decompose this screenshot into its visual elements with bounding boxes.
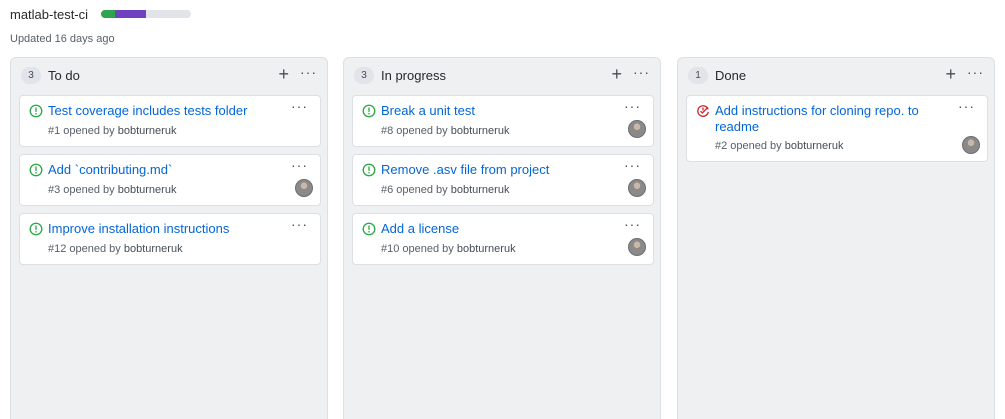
avatar[interactable] <box>628 179 646 197</box>
updated-timestamp: Updated 16 days ago <box>10 33 115 45</box>
issue-opened-icon <box>29 163 43 177</box>
card-menu-icon[interactable]: ··· <box>291 216 308 232</box>
issue-author-link[interactable]: bobturneruk <box>118 184 177 196</box>
plus-icon[interactable]: + <box>945 63 956 85</box>
issue-number-text: #12 opened by <box>48 243 124 255</box>
issue-card[interactable]: Improve installation instructions #12 op… <box>19 213 321 265</box>
kebab-horizontal-icon[interactable]: ··· <box>967 62 984 82</box>
issue-author-link[interactable]: bobturneruk <box>118 125 177 137</box>
issue-opened-icon <box>362 163 376 177</box>
plus-icon[interactable]: + <box>611 63 622 85</box>
progress-segment <box>146 10 192 18</box>
progress-segment <box>114 10 147 18</box>
card-menu-icon[interactable]: ··· <box>624 216 641 232</box>
card-menu-icon[interactable]: ··· <box>624 157 641 173</box>
issue-card[interactable]: Add a license #10 opened by bobturneruk … <box>352 213 654 265</box>
issue-opened-icon <box>362 222 376 236</box>
kebab-horizontal-icon[interactable]: ··· <box>300 62 317 82</box>
issue-card[interactable]: Add `contributing.md` #3 opened by bobtu… <box>19 154 321 206</box>
issue-title-link[interactable]: Break a unit test <box>381 103 631 119</box>
issue-author-link[interactable]: bobturneruk <box>451 125 510 137</box>
issue-opened-icon <box>29 104 43 118</box>
project-title-row: matlab-test-ci <box>10 6 192 22</box>
issue-meta: #3 opened by bobturneruk <box>48 184 176 196</box>
card-menu-icon[interactable]: ··· <box>624 98 641 114</box>
issue-number-text: #2 opened by <box>715 140 785 152</box>
issue-opened-icon <box>29 222 43 236</box>
issue-meta: #1 opened by bobturneruk <box>48 125 176 137</box>
column-card-count: 3 <box>354 67 374 84</box>
column-done: 1 Done + ··· Add instructions for clonin… <box>677 57 995 419</box>
kebab-horizontal-icon[interactable]: ··· <box>633 62 650 82</box>
progress-segment <box>101 10 115 18</box>
issue-title-link[interactable]: Add instructions for cloning repo. to re… <box>715 103 945 135</box>
issue-number-text: #8 opened by <box>381 125 451 137</box>
issue-title-link[interactable]: Improve installation instructions <box>48 221 298 237</box>
issue-meta: #6 opened by bobturneruk <box>381 184 509 196</box>
issue-number-text: #1 opened by <box>48 125 118 137</box>
avatar[interactable] <box>962 136 980 154</box>
issue-author-link[interactable]: bobturneruk <box>451 184 510 196</box>
issue-title-link[interactable]: Add `contributing.md` <box>48 162 298 178</box>
card-menu-icon[interactable]: ··· <box>291 98 308 114</box>
issue-meta: #12 opened by bobturneruk <box>48 243 183 255</box>
project-progress-bar <box>101 10 192 18</box>
column-header: 3 In progress + ··· <box>344 58 660 92</box>
avatar[interactable] <box>628 120 646 138</box>
column-card-count: 3 <box>21 67 41 84</box>
avatar[interactable] <box>628 238 646 256</box>
issue-title-link[interactable]: Remove .asv file from project <box>381 162 631 178</box>
issue-author-link[interactable]: bobturneruk <box>124 243 183 255</box>
column-in-progress: 3 In progress + ··· Break a unit test #8… <box>343 57 661 419</box>
issue-title-link[interactable]: Test coverage includes tests folder <box>48 103 298 119</box>
column-to-do: 3 To do + ··· Test coverage includes tes… <box>10 57 328 419</box>
column-name: To do <box>48 68 80 83</box>
issue-card[interactable]: Test coverage includes tests folder #1 o… <box>19 95 321 147</box>
issue-opened-icon <box>362 104 376 118</box>
plus-icon[interactable]: + <box>278 63 289 85</box>
issue-author-link[interactable]: bobturneruk <box>457 243 516 255</box>
issue-card[interactable]: Remove .asv file from project #6 opened … <box>352 154 654 206</box>
project-title[interactable]: matlab-test-ci <box>10 7 88 22</box>
project-header: matlab-test-ci Updated 16 days ago <box>10 6 192 45</box>
column-header: 1 Done + ··· <box>678 58 994 92</box>
issue-closed-icon <box>696 104 710 118</box>
issue-author-link[interactable]: bobturneruk <box>785 140 844 152</box>
issue-number-text: #10 opened by <box>381 243 457 255</box>
column-card-count: 1 <box>688 67 708 84</box>
issue-card[interactable]: Break a unit test #8 opened by bobturner… <box>352 95 654 147</box>
issue-meta: #2 opened by bobturneruk <box>715 140 843 152</box>
column-header: 3 To do + ··· <box>11 58 327 92</box>
issue-number-text: #6 opened by <box>381 184 451 196</box>
issue-card[interactable]: Add instructions for cloning repo. to re… <box>686 95 988 162</box>
card-menu-icon[interactable]: ··· <box>291 157 308 173</box>
issue-meta: #10 opened by bobturneruk <box>381 243 516 255</box>
issue-number-text: #3 opened by <box>48 184 118 196</box>
column-name: In progress <box>381 68 447 83</box>
card-menu-icon[interactable]: ··· <box>958 98 975 114</box>
column-name: Done <box>715 68 747 83</box>
issue-title-link[interactable]: Add a license <box>381 221 631 237</box>
avatar[interactable] <box>295 179 313 197</box>
issue-meta: #8 opened by bobturneruk <box>381 125 509 137</box>
